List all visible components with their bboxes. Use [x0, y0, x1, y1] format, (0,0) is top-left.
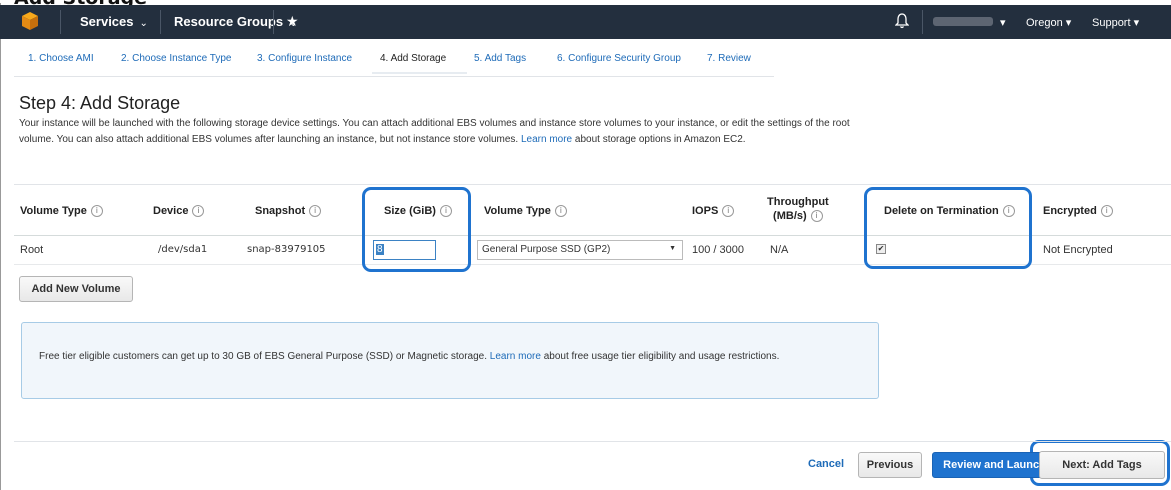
- row-snapshot: snap-83979105: [247, 244, 326, 255]
- header-encrypted: Encrypted i: [1043, 205, 1113, 218]
- chevron-down-icon: ⌄: [139, 18, 148, 29]
- page-description: Your instance will be launched with the …: [19, 116, 879, 148]
- support-label: Support: [1092, 17, 1131, 29]
- delete-highlight-outline: [864, 187, 1032, 269]
- info-icon[interactable]: i: [309, 205, 322, 218]
- active-tab-indicator: [372, 72, 467, 74]
- header-volume-type-select: Volume Type i: [484, 205, 567, 218]
- row-volume-type: Root: [20, 244, 44, 256]
- bell-icon[interactable]: [895, 13, 909, 29]
- support-menu[interactable]: Support ▾: [1092, 16, 1139, 29]
- learn-more-link[interactable]: Learn more: [521, 134, 572, 145]
- previous-button[interactable]: Previous: [858, 452, 922, 478]
- resource-groups-label: Resource Groups: [174, 14, 284, 29]
- header-snapshot: Snapshot i: [255, 205, 322, 218]
- description-text: about storage options in Amazon EC2.: [572, 134, 746, 145]
- tab-choose-instance-type[interactable]: 2. Choose Instance Type: [121, 53, 231, 64]
- row-device: /dev/sda1: [158, 244, 208, 255]
- region-label: Oregon: [1026, 17, 1063, 29]
- info-icon[interactable]: i: [192, 205, 205, 218]
- services-label: Services: [80, 14, 134, 29]
- cancel-link[interactable]: Cancel: [808, 458, 844, 470]
- info-icon[interactable]: i: [1100, 205, 1113, 218]
- tab-review[interactable]: 7. Review: [707, 53, 751, 64]
- header-volume-type: Volume Type i: [20, 205, 103, 218]
- free-tier-info-panel: Free tier eligible customers can get up …: [21, 322, 879, 399]
- row-iops: 100 / 3000: [692, 244, 744, 256]
- tabs-divider: [14, 76, 774, 77]
- volume-type-selected: General Purpose SSD (GP2): [482, 244, 611, 255]
- info-icon[interactable]: i: [722, 205, 735, 218]
- info-icon[interactable]: i: [554, 205, 567, 218]
- tab-configure-instance[interactable]: 3. Configure Instance: [257, 53, 352, 64]
- chevron-down-icon: ▾: [1065, 17, 1072, 29]
- pin-icon[interactable]: ★: [286, 13, 299, 30]
- top-navbar: Services ⌄ Resource Groups ⌄ ★ ▾ Oregon ▾ …: [0, 5, 1171, 39]
- info-icon[interactable]: i: [90, 205, 103, 218]
- size-highlight-outline: [362, 187, 471, 272]
- header-device: Device i: [153, 205, 205, 218]
- add-new-volume-button[interactable]: Add New Volume: [19, 276, 133, 302]
- row-encrypted: Not Encrypted: [1043, 244, 1113, 256]
- footer-divider: [14, 441, 1171, 442]
- chevron-down-icon: ▾: [1133, 17, 1140, 29]
- next-add-tags-button[interactable]: Next: Add Tags: [1039, 451, 1165, 479]
- free-tier-text: Free tier eligible customers can get up …: [39, 351, 780, 362]
- tab-configure-security-group[interactable]: 6. Configure Security Group: [557, 53, 681, 64]
- header-throughput: Throughput (MB/s) i: [767, 196, 829, 223]
- region-menu[interactable]: Oregon ▾: [1026, 16, 1071, 29]
- tab-add-tags[interactable]: 5. Add Tags: [474, 53, 526, 64]
- aws-cube-icon[interactable]: [21, 11, 39, 31]
- resource-groups-menu[interactable]: Resource Groups ⌄: [174, 14, 297, 29]
- volume-type-select[interactable]: General Purpose SSD (GP2) ▼: [477, 240, 683, 260]
- nav-divider: [273, 10, 274, 34]
- nav-divider: [160, 10, 161, 34]
- tab-choose-ami[interactable]: 1. Choose AMI: [28, 53, 94, 64]
- header-iops: IOPS i: [692, 205, 735, 218]
- account-name-redacted[interactable]: [933, 17, 993, 26]
- dropdown-arrow-icon: ▼: [669, 245, 676, 252]
- services-menu[interactable]: Services ⌄: [80, 14, 148, 29]
- free-tier-learn-more-link[interactable]: Learn more: [490, 351, 541, 362]
- tab-add-storage[interactable]: 4. Add Storage: [380, 53, 446, 64]
- page-title: Step 4: Add Storage: [19, 93, 181, 113]
- chevron-down-icon: ▾: [1000, 17, 1006, 29]
- nav-divider: [60, 10, 61, 34]
- info-icon[interactable]: i: [810, 210, 823, 223]
- row-throughput: N/A: [770, 244, 789, 256]
- nav-divider: [922, 10, 923, 34]
